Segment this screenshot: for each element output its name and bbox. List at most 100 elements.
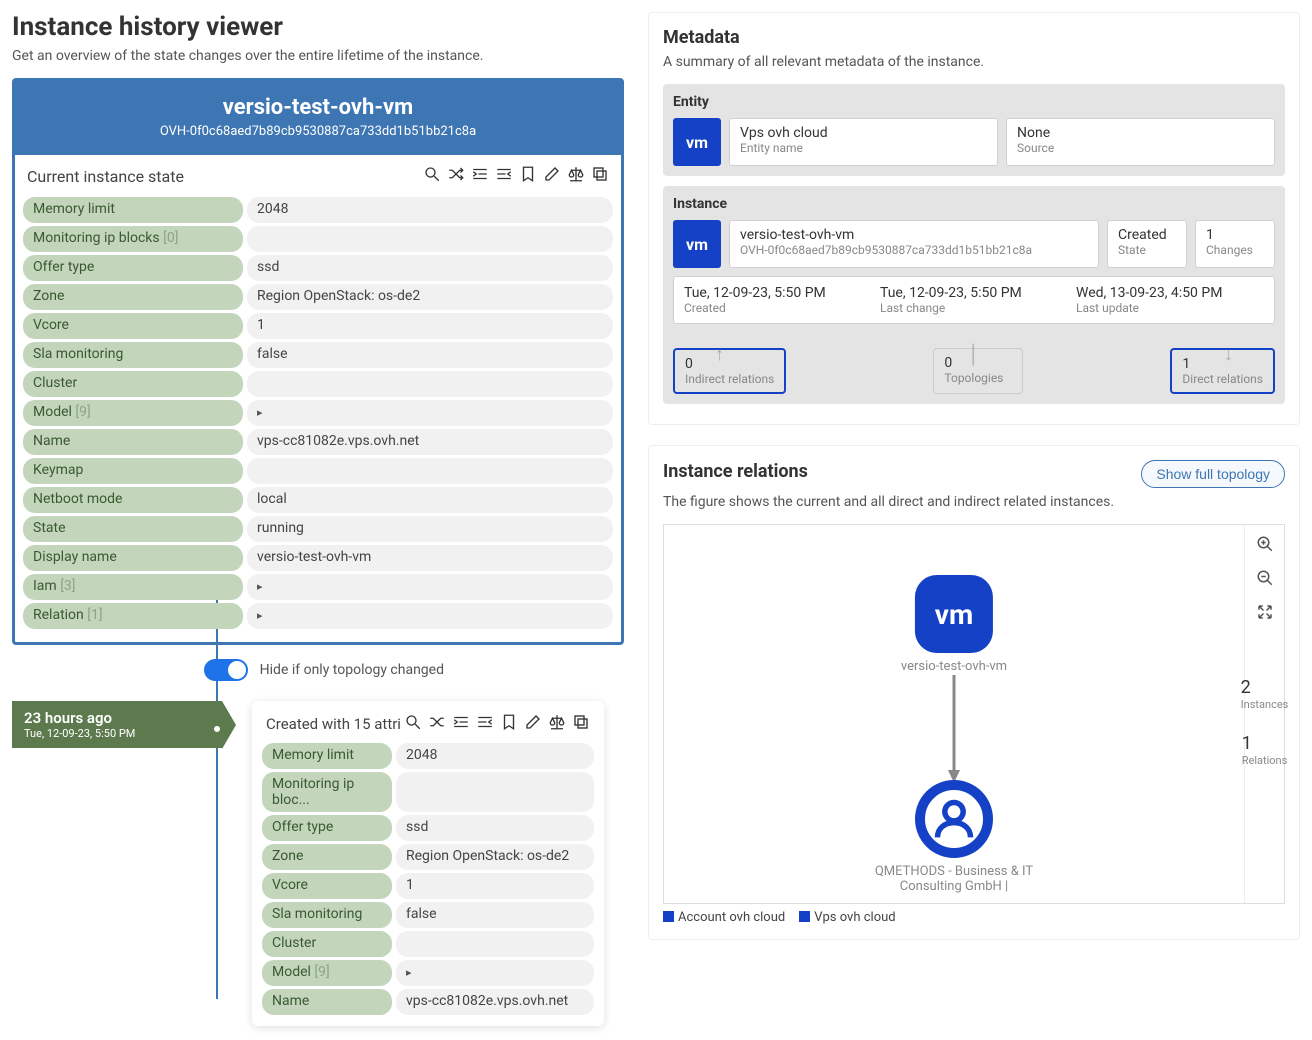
property-row: Netboot mode local: [23, 487, 613, 513]
property-value: [247, 458, 613, 484]
property-value: 2048: [247, 197, 613, 223]
property-row: Offer type ssd: [262, 815, 594, 841]
page-title: Instance history viewer: [12, 12, 624, 42]
property-row: Display name versio-test-ovh-vm: [23, 545, 613, 571]
timeline-time: Tue, 12-09-23, 5:50 PM: [24, 727, 210, 740]
property-key: Monitoring ip blocks [0]: [23, 226, 243, 252]
count-box[interactable]: 0Indirect relations: [673, 348, 786, 394]
copy-icon[interactable]: [572, 713, 590, 735]
property-key: Cluster: [23, 371, 243, 397]
scales-icon[interactable]: [567, 165, 585, 187]
property-row: Model [9]: [262, 960, 594, 986]
property-row: Name vps-cc81082e.vps.ovh.net: [23, 429, 613, 455]
hide-topology-toggle[interactable]: [204, 659, 248, 681]
property-value: false: [396, 902, 594, 928]
edit-icon[interactable]: [543, 165, 561, 187]
toggle-label: Hide if only topology changed: [260, 662, 444, 678]
instance-name-box: versio-test-ovh-vm OVH-0f0c68aed7b89cb95…: [729, 220, 1099, 268]
property-row: Offer type ssd: [23, 255, 613, 281]
property-row: Name vps-cc81082e.vps.ovh.net: [262, 989, 594, 1015]
vm-icon: vm: [673, 220, 721, 268]
property-row: Cluster: [23, 371, 613, 397]
legend-item: Vps ovh cloud: [799, 910, 895, 925]
property-row: Monitoring ip bloc...: [262, 772, 594, 812]
property-key: Memory limit: [262, 743, 392, 769]
scales-icon[interactable]: [548, 713, 566, 735]
timestamp-box: Tue, 12-09-23, 5:50 PMLast change: [880, 285, 1068, 315]
instance-section-label: Instance: [673, 196, 1275, 212]
property-value: vps-cc81082e.vps.ovh.net: [396, 989, 594, 1015]
property-value[interactable]: [247, 603, 613, 629]
property-key: Model [9]: [262, 960, 392, 986]
property-row: Model [9]: [23, 400, 613, 426]
inst-changes: 1: [1206, 227, 1264, 243]
property-key: Cluster: [262, 931, 392, 957]
timeline-card-label: Created with 15 attri: [266, 715, 401, 733]
instance-state-box: Created State: [1107, 220, 1187, 268]
timeline-ago: 23 hours ago: [24, 709, 210, 727]
property-value[interactable]: [247, 400, 613, 426]
topology-node-instance[interactable]: vm versio-test-ovh-vm: [901, 575, 1007, 674]
indent-right-icon[interactable]: [476, 713, 494, 735]
entity-name: Vps ovh cloud: [740, 125, 987, 141]
inst-name: versio-test-ovh-vm: [740, 227, 1088, 243]
property-row: Memory limit 2048: [23, 197, 613, 223]
zoom-out-icon[interactable]: [1256, 569, 1274, 591]
entity-source: None: [1017, 125, 1264, 141]
property-row: Memory limit 2048: [262, 743, 594, 769]
property-key: Sla monitoring: [23, 342, 243, 368]
property-key: Display name: [23, 545, 243, 571]
property-key: Iam [3]: [23, 574, 243, 600]
property-key: Zone: [262, 844, 392, 870]
fullscreen-icon[interactable]: [1256, 603, 1274, 625]
property-key: Vcore: [262, 873, 392, 899]
property-key: Netboot mode: [23, 487, 243, 513]
topology-node-account[interactable]: QMETHODS - Business & IT Consulting GmbH…: [844, 780, 1064, 894]
property-key: Name: [23, 429, 243, 455]
property-key: Vcore: [23, 313, 243, 339]
property-value: Region OpenStack: os-de2: [247, 284, 613, 310]
property-key: Memory limit: [23, 197, 243, 223]
property-key: Monitoring ip bloc...: [262, 772, 392, 812]
search-icon[interactable]: [404, 713, 422, 735]
property-value: 2048: [396, 743, 594, 769]
relations-panel: Instance relations Show full topology Th…: [648, 445, 1300, 940]
instances-count: 2: [1241, 677, 1289, 698]
property-row: Zone Region OpenStack: os-de2: [262, 844, 594, 870]
timestamp-box: Tue, 12-09-23, 5:50 PMCreated: [684, 285, 872, 315]
entity-source-box: None Source: [1006, 118, 1275, 166]
zoom-in-icon[interactable]: [1256, 535, 1274, 557]
property-value[interactable]: [396, 960, 594, 986]
property-value: [396, 772, 594, 812]
shuffle-icon[interactable]: [447, 165, 465, 187]
property-key: Zone: [23, 284, 243, 310]
indent-right-icon[interactable]: [495, 165, 513, 187]
instances-label: Instances: [1241, 698, 1289, 711]
search-icon[interactable]: [423, 165, 441, 187]
property-row: Monitoring ip blocks [0]: [23, 226, 613, 252]
property-value: running: [247, 516, 613, 542]
property-value[interactable]: [247, 574, 613, 600]
timeline-badge: 23 hours ago Tue, 12-09-23, 5:50 PM: [12, 701, 222, 748]
metadata-subtitle: A summary of all relevant metadata of th…: [663, 54, 1285, 70]
property-key: Offer type: [262, 815, 392, 841]
topology-legend: Account ovh cloudVps ovh cloud: [663, 910, 1285, 925]
property-value: local: [247, 487, 613, 513]
show-topology-button[interactable]: Show full topology: [1141, 460, 1285, 488]
instance-name: versio-test-ovh-vm: [25, 95, 611, 120]
bookmark-icon[interactable]: [519, 165, 537, 187]
property-key: Sla monitoring: [262, 902, 392, 928]
topology-figure[interactable]: vm versio-test-ovh-vm QMETHODS - Busines…: [663, 524, 1285, 904]
count-box[interactable]: 1Direct relations: [1170, 348, 1275, 394]
property-row: Sla monitoring false: [23, 342, 613, 368]
indent-left-icon[interactable]: [471, 165, 489, 187]
edit-icon[interactable]: [524, 713, 542, 735]
bookmark-icon[interactable]: [500, 713, 518, 735]
property-row: State running: [23, 516, 613, 542]
property-row: Iam [3]: [23, 574, 613, 600]
timestamp-box: Wed, 13-09-23, 4:50 PMLast update: [1076, 285, 1264, 315]
indent-left-icon[interactable]: [452, 713, 470, 735]
current-instance-card: versio-test-ovh-vm OVH-0f0c68aed7b89cb95…: [12, 78, 624, 645]
shuffle-icon[interactable]: [428, 713, 446, 735]
copy-icon[interactable]: [591, 165, 609, 187]
